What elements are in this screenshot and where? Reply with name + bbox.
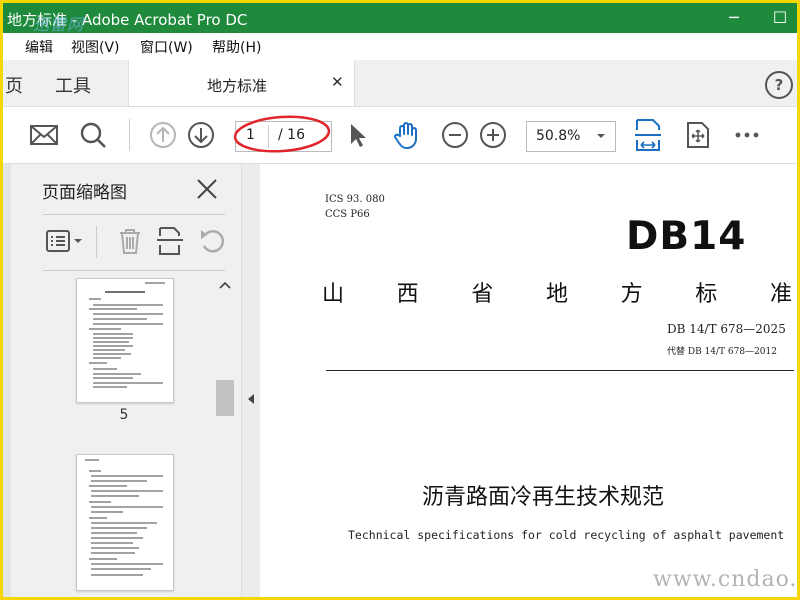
toolbar-separator — [129, 119, 130, 151]
panel-title: 页面缩略图 — [42, 183, 127, 203]
close-tab-icon[interactable]: ✕ — [331, 73, 344, 91]
scrollbar-thumb[interactable] — [216, 380, 234, 416]
panel-edge-strip — [3, 164, 11, 597]
prev-page-icon[interactable] — [148, 120, 178, 150]
tab-home[interactable]: 页 — [5, 72, 23, 98]
title-bar: 地方标准 - Adobe Acrobat Pro DC 迅雷网 ─ ☐ — [3, 3, 797, 34]
next-page-icon[interactable] — [186, 120, 216, 150]
acrobat-window: 地方标准 - Adobe Acrobat Pro DC 迅雷网 ─ ☐ 编辑 视… — [0, 0, 800, 600]
zoom-select[interactable]: 50.8% — [526, 121, 616, 152]
document-title-en: Technical specifications for cold recycl… — [348, 528, 785, 542]
ccs-code: CCS P66 — [325, 209, 370, 220]
menu-edit[interactable]: 编辑 — [25, 37, 53, 57]
delete-icon[interactable] — [115, 226, 145, 256]
standard-type-char: 地 — [545, 282, 568, 307]
standard-type-char: 方 — [620, 282, 643, 307]
thumbnail-text-lines — [85, 459, 163, 576]
page-thumbnail-6[interactable] — [76, 454, 174, 591]
menu-help[interactable]: 帮助(H) — [212, 37, 261, 57]
select-cursor-icon[interactable] — [343, 120, 373, 150]
standard-type-heading: 山西省地方标准 — [322, 276, 792, 308]
document-title-cn: 沥青路面冷再生技术规范 — [422, 485, 665, 510]
tab-document[interactable]: 地方标准 ✕ — [128, 60, 355, 106]
panel-splitter[interactable] — [241, 164, 261, 597]
standard-type-char: 准 — [769, 282, 792, 307]
menu-bar: 编辑 视图(V) 窗口(W) 帮助(H) — [3, 33, 797, 60]
zoom-out-icon[interactable] — [440, 120, 470, 150]
rotate-view-icon[interactable] — [683, 120, 713, 150]
thumbnail-scrollbar[interactable] — [215, 274, 235, 597]
standard-type-char: 山 — [322, 282, 345, 307]
extract-pages-icon[interactable] — [155, 226, 185, 256]
toolbar: 1 / 16 50.8% — [3, 107, 797, 164]
watermark-logo: 迅雷网 — [33, 15, 85, 34]
search-icon[interactable] — [78, 120, 108, 150]
zoom-value: 50.8% — [536, 128, 581, 144]
standard-number: DB 14/T 678—2025 — [667, 322, 786, 336]
panel-divider — [43, 270, 225, 271]
tool-separator — [96, 226, 97, 258]
close-icon[interactable] — [195, 177, 219, 201]
standard-type-char: 西 — [396, 282, 419, 307]
email-icon[interactable] — [29, 120, 59, 150]
hand-tool-icon[interactable] — [391, 120, 421, 150]
rotate-icon[interactable] — [198, 226, 228, 256]
replaces-standard: 代替 DB 14/T 678—2012 — [667, 347, 777, 357]
standard-type-char: 标 — [695, 282, 718, 307]
thumbnail-options-icon[interactable] — [45, 226, 85, 256]
thumbnail-page-number: 5 — [119, 407, 129, 423]
chevron-up-icon[interactable] — [219, 280, 231, 290]
tab-document-label: 地方标准 — [207, 77, 268, 95]
panel-divider — [43, 214, 225, 215]
standard-type-char: 省 — [471, 282, 494, 307]
menu-view[interactable]: 视图(V) — [71, 37, 120, 57]
zoom-in-icon[interactable] — [478, 120, 508, 150]
site-watermark: www.cndao.com — [653, 567, 797, 592]
document-rule — [326, 370, 794, 371]
chevron-down-icon — [597, 134, 605, 138]
document-view: ICS 93. 080 CCS P66 DB14 山 西 省 地 方 标 准 DB 14/T… — [260, 164, 797, 597]
collapse-panel-icon[interactable] — [247, 393, 255, 405]
standard-code: DB14 — [626, 214, 747, 259]
page-thumbnail-5[interactable] — [76, 278, 174, 403]
thumbnail-list: 5 — [43, 272, 237, 597]
minimize-button[interactable]: ─ — [723, 7, 745, 29]
menu-window[interactable]: 窗口(W) — [140, 37, 193, 57]
tab-bar: 页 工具 地方标准 ✕ ? — [3, 60, 797, 107]
fit-width-icon[interactable] — [633, 118, 663, 152]
ics-code: ICS 93. 080 — [325, 194, 385, 205]
help-icon[interactable]: ? — [765, 71, 793, 99]
tab-tools[interactable]: 工具 — [55, 72, 91, 98]
thumbnail-text-lines — [89, 282, 165, 388]
more-icon[interactable] — [732, 120, 762, 150]
thumbnail-panel: 页面缩略图 5 — [3, 164, 241, 597]
red-highlight-ellipse — [233, 115, 331, 153]
maximize-button[interactable]: ☐ — [769, 7, 791, 29]
